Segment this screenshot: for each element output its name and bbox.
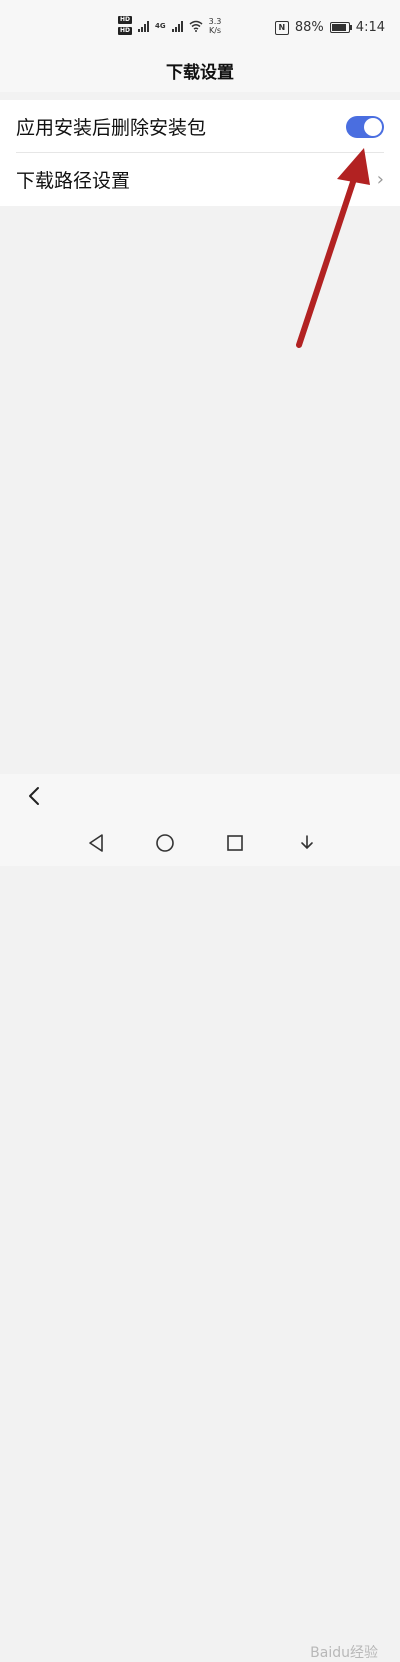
setting-download-path-row[interactable]: 下载路径设置 › <box>0 153 400 206</box>
signal-strength-icon <box>171 20 183 32</box>
status-bar: HD HD 4G 3.3 K/s N 88% 4:14 <box>0 0 400 48</box>
page-title: 下载设置 <box>166 62 234 83</box>
status-right: N 88% 4:14 <box>274 20 385 35</box>
signal-strength-icon <box>138 20 150 32</box>
watermark: Baidu经验 <box>310 1645 378 1661</box>
system-nav-bar: Baidu经验 <box>0 820 400 1661</box>
back-arrow-icon[interactable] <box>22 782 50 810</box>
download-icon[interactable] <box>294 830 320 856</box>
hd-indicators: HD HD <box>118 16 133 35</box>
battery-icon <box>329 22 352 33</box>
settings-list: 应用安装后删除安装包 下载路径设置 › <box>0 100 400 206</box>
bottom-toolbar <box>0 774 400 820</box>
status-left: HD HD 4G 3.3 K/s <box>118 16 221 35</box>
setting-label: 应用安装后删除安装包 <box>16 117 207 139</box>
title-bar: 下载设置 <box>0 48 400 92</box>
network-speed: 3.3 K/s <box>209 17 222 35</box>
battery-fill <box>331 24 346 31</box>
delete-package-toggle[interactable] <box>346 115 384 138</box>
recent-square-icon[interactable] <box>222 830 248 856</box>
nfc-icon: N <box>274 20 289 35</box>
toggle-knob <box>364 117 382 136</box>
setting-label: 下载路径设置 <box>16 170 131 192</box>
hd-badge: HD <box>118 16 133 24</box>
battery-percent: 88% <box>294 20 324 35</box>
network-type-label: 4G <box>155 21 166 30</box>
chevron-right-icon: › <box>376 169 384 190</box>
wifi-icon <box>189 20 203 32</box>
setting-delete-package-row[interactable]: 应用安装后删除安装包 <box>0 100 400 153</box>
back-triangle-icon[interactable] <box>84 830 110 856</box>
speed-unit: K/s <box>208 25 222 35</box>
home-circle-icon[interactable] <box>152 830 178 856</box>
clock: 4:14 <box>355 20 385 35</box>
speed-value: 3.3 <box>208 16 222 26</box>
hd-badge: HD <box>118 27 133 35</box>
